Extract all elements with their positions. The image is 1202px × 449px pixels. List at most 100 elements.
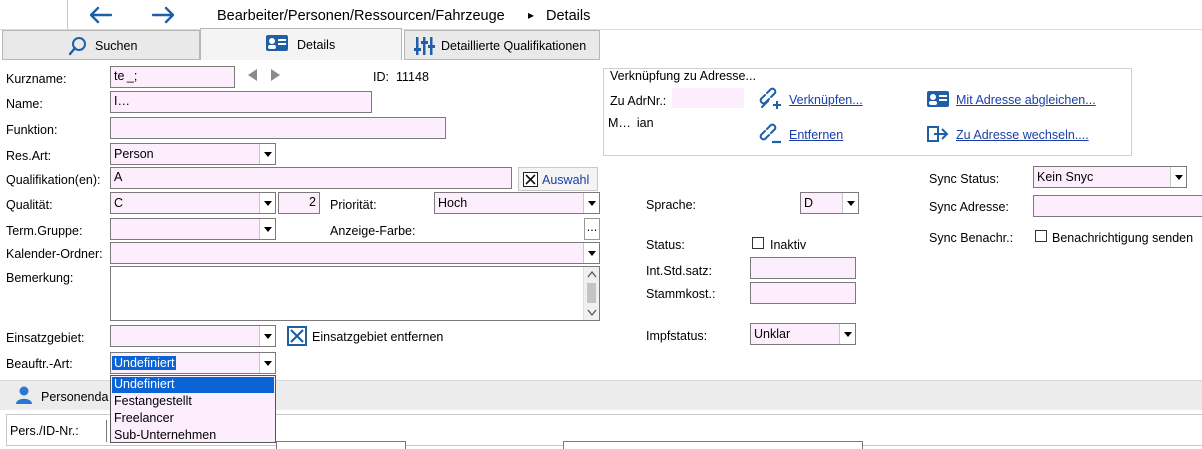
chevron-down-icon: [583, 243, 599, 263]
chevron-down-icon: [259, 219, 275, 239]
link-add-icon[interactable]: [758, 87, 784, 111]
qualitaet-number[interactable]: 2: [278, 192, 320, 214]
dropdown-option-label: Sub-Unternehmen: [114, 428, 217, 442]
qualitaet-value: C: [114, 196, 124, 210]
chevron-down-icon: [1170, 167, 1186, 187]
id-label: ID:: [373, 70, 389, 84]
abgleichen-link[interactable]: Mit Adresse abgleichen...: [956, 93, 1096, 107]
sliders-icon: [413, 35, 435, 57]
stdsatz-label: Int.Std.satz:: [646, 264, 713, 278]
previous-record-icon[interactable]: [246, 68, 258, 82]
impf-value: Unklar: [754, 327, 791, 341]
tab-details[interactable]: Details: [200, 28, 402, 60]
chevron-down-icon[interactable]: [587, 309, 597, 317]
adrnr-value: [672, 88, 744, 108]
tab-suchen[interactable]: Suchen: [2, 30, 200, 60]
dropdown-option[interactable]: Sub-Unternehmen: [112, 428, 274, 444]
inaktiv-checkbox[interactable]: [752, 237, 764, 249]
ellipsis-icon: ...: [586, 220, 598, 234]
resart-value: Person: [114, 147, 154, 161]
prioritaet-label: Priorität:: [330, 198, 377, 212]
status-label: Status:: [646, 238, 685, 252]
sprache-select[interactable]: D: [800, 192, 859, 214]
beauftr-dropdown-list[interactable]: Undefiniert Festangestellt Freelancer Su…: [110, 375, 276, 443]
scroll-thumb[interactable]: [587, 283, 596, 303]
lower-field-b[interactable]: [563, 441, 863, 449]
auswahl-button[interactable]: Auswahl: [518, 167, 598, 191]
stammkost-input[interactable]: [750, 282, 856, 304]
funktion-label: Funktion:: [6, 123, 58, 137]
goto-address-icon[interactable]: [926, 124, 950, 144]
tab-qualifikationen[interactable]: Detaillierte Qualifikationen: [404, 30, 600, 60]
kalender-label: Kalender-Ordner:: [6, 247, 103, 261]
person-icon: [14, 385, 34, 405]
dropdown-option[interactable]: Festangestellt: [112, 394, 274, 410]
sync-adresse-label: Sync Adresse:: [929, 200, 1009, 214]
prioritaet-value: Hoch: [438, 196, 468, 210]
qualifikation-input[interactable]: A: [110, 167, 512, 189]
kurzname-label: Kurzname:: [6, 72, 67, 86]
adrnr-label: Zu AdrNr.:: [610, 94, 667, 108]
chevron-down-icon: [583, 193, 599, 213]
prioritaet-select[interactable]: Hoch: [434, 192, 600, 214]
lower-field-a[interactable]: [276, 441, 406, 449]
qualitaet-number-value: 2: [309, 195, 316, 209]
address-card-icon[interactable]: [926, 89, 950, 109]
chevron-down-icon: [839, 324, 855, 344]
stdsatz-input[interactable]: [750, 257, 856, 279]
breadcrumb[interactable]: Bearbeiter/Personen/Ressourcen/Fahrzeuge: [217, 8, 505, 24]
next-record-icon[interactable]: [270, 68, 282, 82]
tab-label: Detaillierte Qualifikationen: [441, 39, 587, 53]
sync-status-select[interactable]: Kein Snyc: [1033, 166, 1187, 188]
kurzname-value: te _;: [114, 69, 138, 83]
kurzname-input[interactable]: te _;: [110, 66, 235, 88]
impf-select[interactable]: Unklar: [750, 323, 856, 345]
dropdown-option[interactable]: Undefiniert: [112, 377, 274, 393]
name-input[interactable]: I…: [110, 91, 372, 113]
sync-adresse-input[interactable]: [1033, 195, 1202, 217]
qualitaet-select[interactable]: C: [110, 192, 276, 214]
sync-benachr-label: Sync Benachr.:: [929, 231, 1014, 245]
resart-select[interactable]: Person: [110, 143, 276, 165]
termgruppe-label: Term.Gruppe:: [6, 224, 83, 238]
einsatzgebiet-label: Einsatzgebiet:: [6, 331, 85, 345]
name-value: I…: [114, 94, 130, 108]
name-label: Name:: [6, 97, 43, 111]
entfernen-link[interactable]: Entfernen: [789, 128, 843, 142]
einsatzgebiet-remove-label: Einsatzgebiet entfernen: [312, 330, 444, 344]
scrollbar[interactable]: [583, 267, 599, 320]
chevron-up-icon[interactable]: [587, 270, 597, 278]
verknuepfen-link[interactable]: Verknüpfen...: [789, 93, 863, 107]
chevron-down-icon: [259, 193, 275, 213]
wechseln-link[interactable]: Zu Adresse wechseln....: [956, 128, 1089, 142]
dropdown-option-label: Undefiniert: [114, 377, 175, 391]
beauftr-select[interactable]: Undefiniert: [110, 352, 276, 374]
resart-label: Res.Art:: [6, 149, 52, 163]
id-value: 11148: [396, 70, 429, 84]
top-bar: Bearbeiter/Personen/Ressourcen/Fahrzeuge…: [0, 0, 1202, 30]
remove-box-icon: [287, 326, 307, 346]
funktion-input[interactable]: [110, 117, 446, 139]
anzeigefarbe-button[interactable]: ...: [584, 218, 600, 240]
benachrichtigung-label: Benachrichtigung senden: [1052, 231, 1194, 245]
search-icon: [67, 35, 89, 57]
address-name: M… ian: [608, 116, 654, 130]
auswahl-label: Auswahl: [542, 173, 590, 187]
sync-status-value: Kein Snyc: [1037, 170, 1094, 184]
link-remove-icon[interactable]: [758, 123, 784, 147]
dropdown-option-label: Festangestellt: [114, 394, 192, 408]
chevron-down-icon: [259, 353, 275, 373]
arrow-left-icon[interactable]: [86, 4, 114, 26]
dropdown-option[interactable]: Freelancer: [112, 411, 274, 427]
sprache-value: D: [804, 196, 814, 210]
persid-label: Pers./ID-Nr.:: [10, 424, 79, 438]
arrow-right-icon[interactable]: [150, 4, 178, 26]
benachrichtigung-checkbox[interactable]: [1035, 230, 1047, 242]
qualifikation-value: A: [114, 170, 123, 184]
termgruppe-select[interactable]: [110, 218, 276, 240]
chevron-right-icon: ▸: [528, 8, 535, 22]
bemerkung-textarea[interactable]: [110, 266, 600, 321]
einsatzgebiet-select[interactable]: [110, 325, 276, 347]
kalender-select[interactable]: [110, 242, 600, 264]
einsatzgebiet-remove-button[interactable]: Einsatzgebiet entfernen: [287, 325, 457, 347]
